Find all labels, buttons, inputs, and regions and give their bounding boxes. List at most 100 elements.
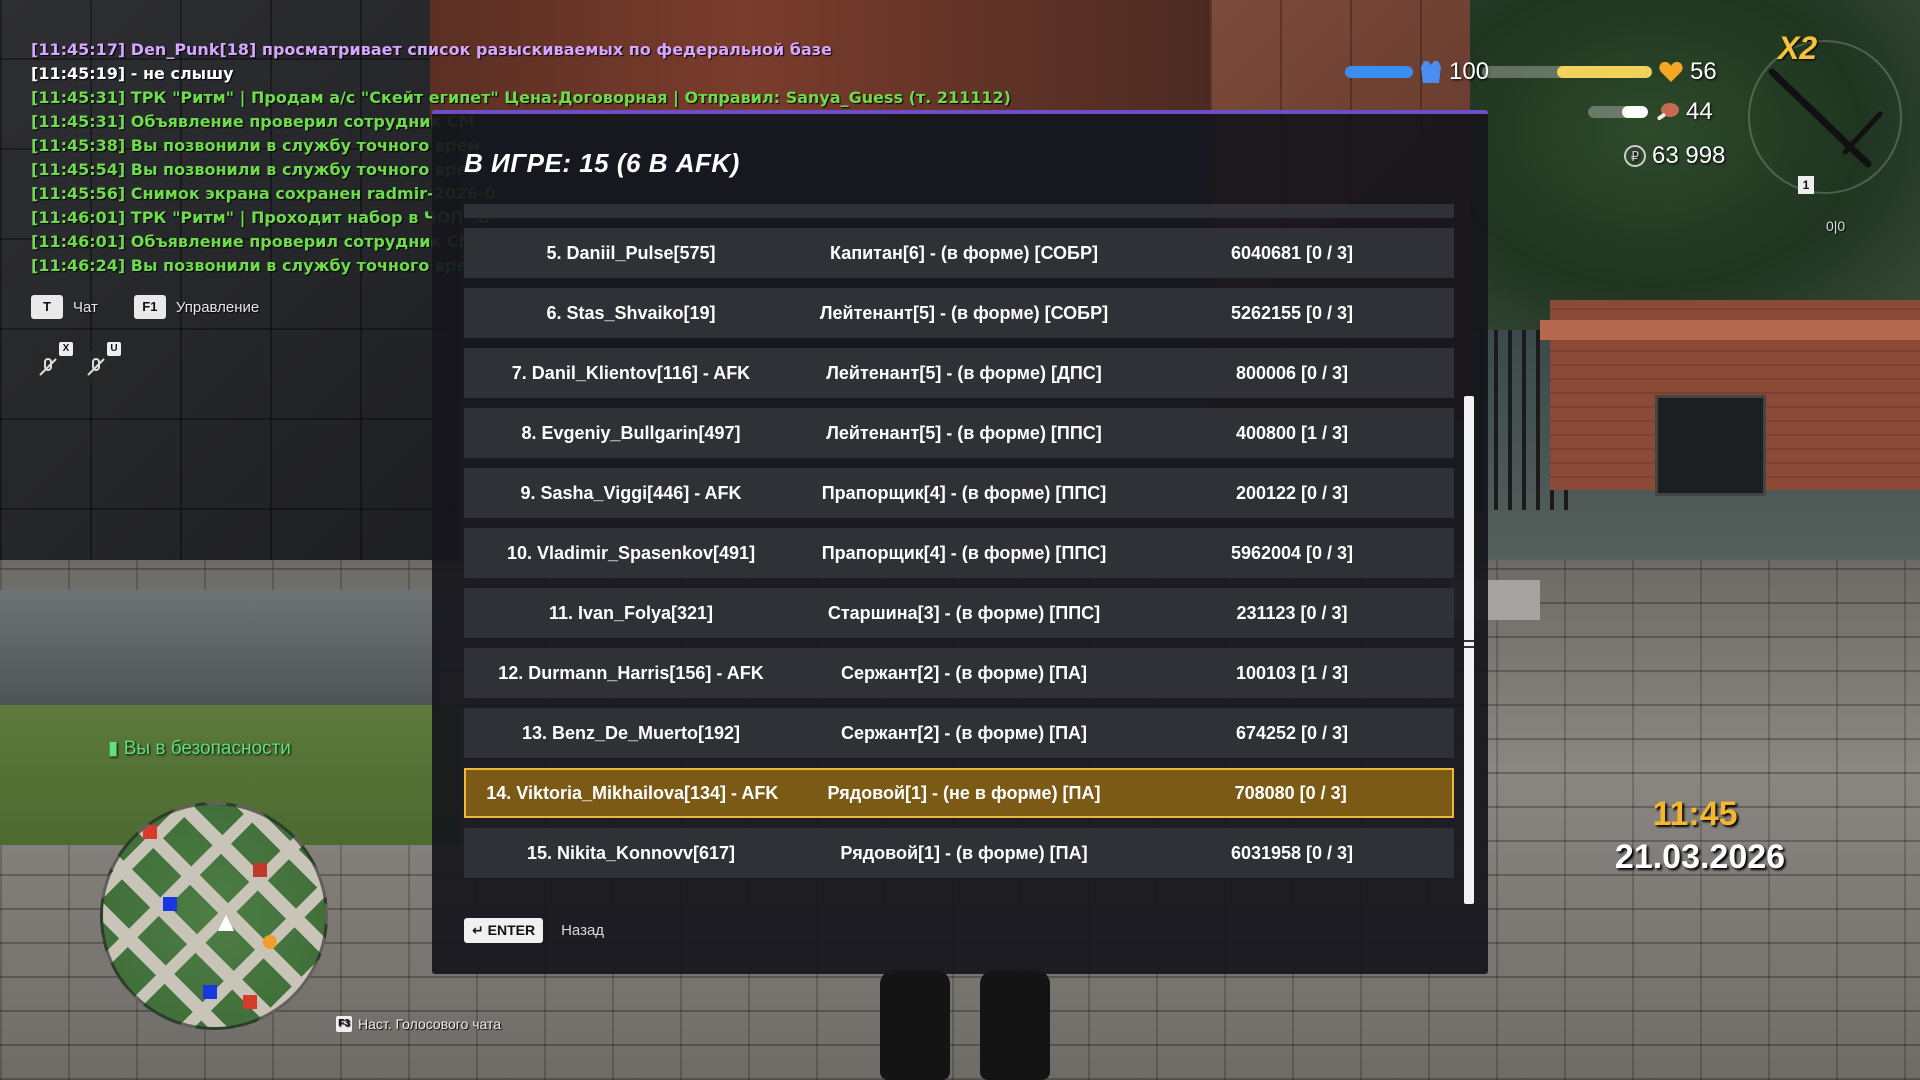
voice-label: Наст. Голосового чата: [358, 1016, 502, 1032]
back-button[interactable]: Назад: [561, 922, 604, 939]
member-rank: Сержант[2] - (в форме) [ПА]: [840, 662, 1087, 683]
control-label: Управление: [175, 298, 260, 316]
dialog-footer: ↵ ENTER Назад: [464, 918, 604, 943]
member-name: 13. Benz_De_Muerto[192]: [521, 722, 741, 743]
ammo-counter: 0|0: [1826, 218, 1846, 234]
game-date: 21.03.2026: [1614, 838, 1786, 876]
coin-icon: ₽: [1624, 145, 1646, 167]
member-row[interactable]: 11. Ivan_Folya[321] Старшина[3] - (в форм…: [464, 588, 1454, 638]
member-name: 7. Danil_Klientov[116] - AFK: [511, 362, 751, 383]
member-rank: Лейтенант[5] - (в форме) [ППС]: [826, 422, 1102, 443]
member-row[interactable]: 7. Danil_Klientov[116] - AFK Лейтенант[5]…: [464, 348, 1454, 398]
player-boots: [880, 965, 1060, 1080]
member-name: 6. Stas_Shvaiko[19]: [546, 302, 716, 323]
mic-x-tag: X: [59, 342, 73, 356]
health-value: 56: [1690, 58, 1717, 85]
armor-vest-icon: [1421, 61, 1441, 83]
left-boot: [880, 970, 950, 1080]
right-boot: [980, 970, 1050, 1080]
member-rank: Лейтенант[5] - (в форме) [ДПС]: [826, 362, 1102, 383]
map-marker-icon: [253, 863, 267, 877]
member-row[interactable]: 6. Stas_Shvaiko[19] Лейтенант[5] - (в фор…: [464, 288, 1454, 338]
house-marker-icon: [243, 995, 257, 1009]
member-name: 9. Sasha_Viggi[446] - AFK: [520, 482, 742, 503]
member-phone: 674252 [0 / 3]: [1235, 722, 1349, 743]
member-row[interactable]: 4. Lyn_Woods[448]Капитан[6] - (в форме) …: [464, 204, 1454, 218]
member-rank: Капитан[6] - (в форме) [СОБР]: [830, 242, 1098, 263]
dialog-title: В ИГРЕ: 15 (6 В AFK): [464, 148, 740, 178]
weapon-wheel: [1748, 40, 1902, 194]
money-value: 63 998: [1652, 142, 1726, 169]
weapon-slot: 1: [1798, 176, 1814, 194]
armor-stat: 100: [1345, 58, 1489, 86]
member-phone: 6031958 [0 / 3]: [1230, 842, 1354, 863]
member-row[interactable]: 8. Evgeniy_Bullgarin[497] Лейтенант[5] - …: [464, 408, 1454, 458]
member-phone: 200122 [0 / 3]: [1235, 482, 1349, 503]
member-phone: 800006 [0 / 3]: [1235, 362, 1349, 383]
multiplier-badge: X2: [1778, 30, 1818, 66]
hunger-bar-fill: [1621, 106, 1648, 118]
member-name: 12. Durmann_Harris[156] - AFK: [498, 662, 764, 683]
member-row-selected[interactable]: 14. Viktoria_Mikhailova[134] - AFK Рядово…: [464, 768, 1454, 818]
member-phone: 5962004 [0 / 3]: [1230, 542, 1354, 563]
member-row[interactable]: 5. Daniil_Pulse[575] Капитан[6] - (в форм…: [464, 228, 1454, 278]
member-row[interactable]: 12. Durmann_Harris[156] - AFK Сержант[2] …: [464, 648, 1454, 698]
food-drumstick-icon: [1657, 103, 1679, 121]
blue-marker-icon: [203, 985, 217, 999]
control-key[interactable]: F1: [133, 295, 166, 319]
voice-key[interactable]: F3: [336, 1016, 352, 1032]
health-bar: [1482, 66, 1652, 78]
low-wall: [0, 590, 440, 710]
mic-muted-icon[interactable]: X: [31, 342, 73, 384]
house-marker-icon: [143, 825, 157, 839]
member-row[interactable]: 10. Vladimir_Spasenkov[491] Прапорщик[4] …: [464, 528, 1454, 578]
member-rank: Прапорщик[4] - (в форме) [ППС]: [821, 482, 1107, 503]
member-row[interactable]: 15. Nikita_Konnovv[617] Рядовой[1] - (в ф…: [464, 828, 1454, 878]
member-rank: Старшина[3] - (в форме) [ППС]: [827, 602, 1101, 623]
money-stat: ₽ 63 998: [1624, 142, 1725, 170]
member-rank: Прапорщик[4] - (в форме) [ППС]: [821, 542, 1107, 563]
member-phone: 100103 [1 / 3]: [1235, 662, 1349, 683]
hunger-value: 44: [1686, 98, 1713, 125]
member-phone: 400800 [1 / 3]: [1235, 422, 1349, 443]
mic-muted-icon-2[interactable]: U: [79, 342, 121, 384]
member-row[interactable]: 13. Benz_De_Muerto[192] Сержант[2] - (в ф…: [464, 708, 1454, 758]
member-phone: 708080 [0 / 3]: [1234, 782, 1347, 803]
blue-marker-icon: [163, 897, 177, 911]
member-row[interactable]: 9. Sasha_Viggi[446] - AFK Прапорщик[4] - …: [464, 468, 1454, 518]
svg-text:₽: ₽: [1631, 150, 1639, 165]
member-name: 10. Vladimir_Spasenkov[491]: [506, 542, 756, 563]
game-time: 11:45: [1652, 795, 1738, 833]
hunger-stat: 44: [1588, 98, 1713, 126]
shield-icon: ▮: [108, 738, 124, 759]
player-arrow-icon: [218, 915, 234, 931]
health-bar-fill: [1556, 66, 1652, 78]
safe-zone-text: Вы в безопасности: [123, 738, 291, 759]
chat-key[interactable]: T: [31, 295, 63, 319]
member-name: 11. Ivan_Folya[321]: [548, 602, 714, 623]
member-name: 5. Daniil_Pulse[575]: [546, 242, 716, 263]
mic-u-tag: U: [107, 342, 121, 356]
members-list-viewport: 4. Lyn_Woods[448]Капитан[6] - (в форме) …: [464, 204, 1454, 904]
chat-line: [11:45:19] - не слышу: [31, 64, 234, 83]
armor-bar: [1345, 66, 1413, 78]
member-phone: 231123 [0 / 3]: [1236, 602, 1348, 623]
key-hints: T Чат F1 Управление: [31, 295, 285, 319]
member-rank: Сержант[2] - (в форме) [ПА]: [840, 722, 1087, 743]
safe-zone-label: ▮ Вы в безопасности: [108, 737, 291, 760]
chat-label: Чат: [73, 298, 98, 316]
food-marker-icon: [263, 935, 277, 949]
voice-chat-hint: F3 Наст. Голосового чата: [336, 1016, 501, 1032]
scrollbar-grip[interactable]: [1464, 640, 1474, 648]
voice-mic-icons: X U: [31, 342, 121, 384]
scrollbar[interactable]: [1464, 396, 1474, 904]
chat-line: [11:45:31] ТРК "Ритм" | Продам а/с "Скей…: [31, 88, 1011, 107]
baton-weapon-icon: [1768, 68, 1883, 168]
enter-button[interactable]: ↵ ENTER: [464, 918, 544, 943]
chat-line: [11:45:17] Den_Punk[18] просматривает сп…: [31, 40, 832, 59]
members-list: 4. Lyn_Woods[448]Капитан[6] - (в форме) …: [464, 204, 1454, 888]
member-rank: Рядовой[1] - (в форме) [ПА]: [840, 842, 1088, 863]
minimap[interactable]: [100, 802, 328, 1030]
member-phone: 5262155 [0 / 3]: [1230, 302, 1354, 323]
member-phone: 6040681 [0 / 3]: [1230, 242, 1354, 263]
